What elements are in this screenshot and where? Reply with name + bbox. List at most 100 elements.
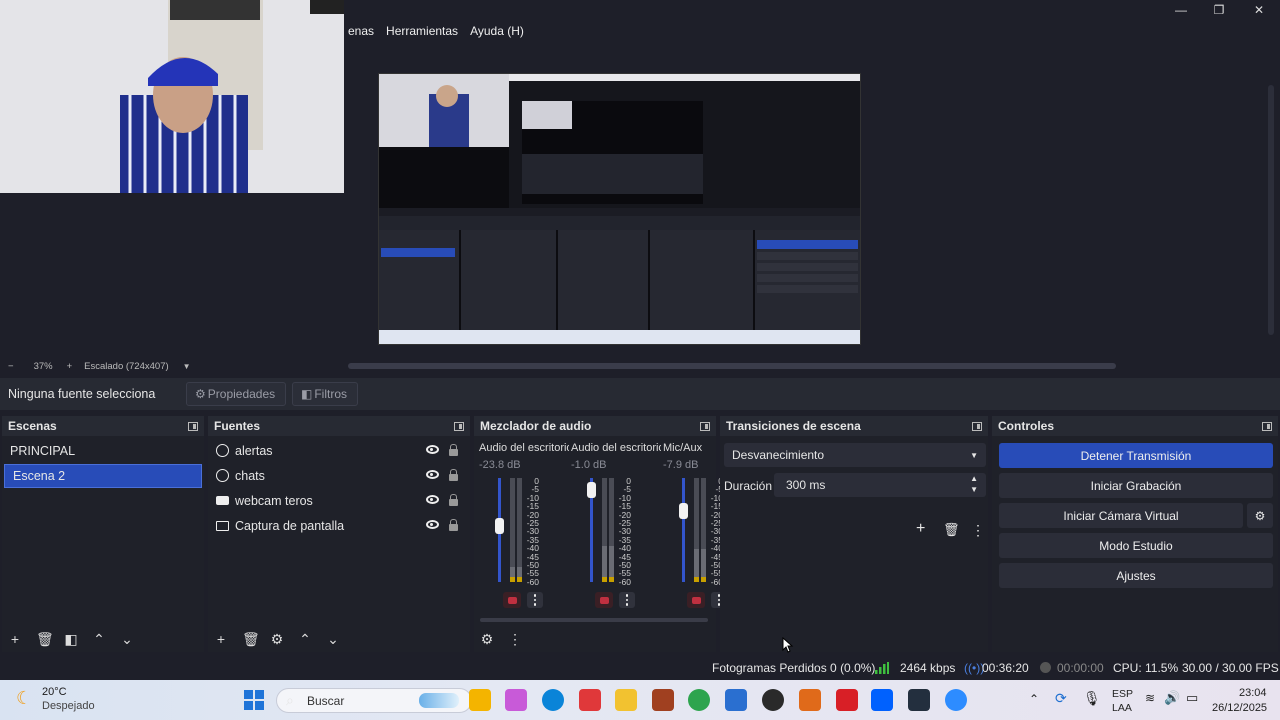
undock-icon[interactable] [1262,421,1272,431]
copilot-icon[interactable] [505,689,527,711]
volume-fader-handle[interactable] [495,517,504,534]
lock-icon[interactable] [449,519,458,531]
folder-icon[interactable] [615,689,637,711]
transition-menu-icon[interactable]: ⋮ [971,522,985,539]
volume-icon[interactable]: 🔊 [1164,690,1180,706]
transitions-dock: Transiciones de escena Desvanecimiento ▼… [720,416,988,652]
add-source-icon[interactable]: + [214,632,228,646]
maximize-button[interactable]: ❐ [1200,0,1238,20]
mute-speaker-icon[interactable] [687,592,705,608]
stop-streaming-button[interactable]: Detener Transmisión [999,443,1273,468]
wifi-icon[interactable]: ≋ [1145,691,1155,705]
settings-button[interactable]: Ajustes [999,563,1273,588]
mail-icon[interactable] [725,689,747,711]
start-virtual-camera-button[interactable]: Iniciar Cámara Virtual [999,503,1243,528]
eye-icon[interactable] [426,445,439,454]
sources-list: alertas chats webcam teros Captura de panta… [208,436,470,652]
eye-icon[interactable] [426,470,439,479]
sync-icon[interactable]: ⟳ [1055,690,1067,707]
firefox-icon[interactable] [799,689,821,711]
source-item[interactable]: webcam teros [208,488,470,513]
channel-db: -1.0 dB [571,459,607,471]
clock-date[interactable]: 26/12/2025 [1212,702,1267,714]
channel-menu-icon[interactable] [619,592,635,608]
amazon-icon[interactable] [908,689,930,711]
taskbar-search[interactable]: ⌕ Buscar [276,688,472,713]
add-transition-icon[interactable]: + [916,520,925,538]
eye-icon[interactable] [426,495,439,504]
obs-icon[interactable] [762,689,784,711]
duration-spinbox[interactable]: 300 ms ▲ ▼ [774,473,986,497]
menu-scenes[interactable]: enas [342,24,380,38]
delete-source-icon[interactable]: 🗑 [242,632,260,646]
scene-item-principal[interactable]: PRINCIPAL [2,439,204,463]
source-item[interactable]: chats [208,463,470,488]
mixer-channel: Audio del escritorio -23.8 dB 0 -5 -10 -15 -20… [479,440,569,632]
weather-desc[interactable]: Despejado [42,700,95,712]
mute-speaker-icon[interactable] [595,592,613,608]
clock-time[interactable]: 23:04 [1239,687,1267,699]
windows-start-icon[interactable] [244,690,264,710]
no-source-label: Ninguna fuente selecciona [8,387,156,401]
keyboard-layout[interactable]: LAA [1112,702,1132,714]
move-up-icon[interactable]: ⌃ [92,632,106,646]
start-recording-button[interactable]: Iniciar Grabación [999,473,1273,498]
chevron-up-icon[interactable]: ⌃ [1029,692,1039,706]
dropbox-icon[interactable] [871,689,893,711]
preview-canvas[interactable] [378,73,861,345]
source-item[interactable]: alertas [208,438,470,463]
mixer-menu-icon[interactable]: ⋮ [508,632,522,646]
transition-select[interactable]: Desvanecimiento ▼ [724,443,986,467]
lock-icon[interactable] [449,469,458,481]
webcam-image [0,0,344,193]
delete-scene-icon[interactable]: 🗑 [36,632,54,646]
move-down-icon[interactable]: ⌄ [120,632,134,646]
move-up-icon[interactable]: ⌃ [298,632,312,646]
file-explorer-icon[interactable] [469,689,491,711]
studio-mode-button[interactable]: Modo Estudio [999,533,1273,558]
spin-arrows-icon[interactable]: ▲ ▼ [970,473,978,495]
delete-transition-icon[interactable]: 🗑 [943,522,960,538]
undock-icon[interactable] [700,421,710,431]
volume-fader-handle[interactable] [679,502,688,519]
scaling-dropdown-icon[interactable]: ▼ [183,362,191,371]
preview-horizontal-scrollbar[interactable] [348,363,1116,369]
filters-button[interactable]: ◧ Filtros [292,382,358,406]
virtual-camera-settings-button[interactable]: ⚙ [1247,503,1273,528]
zoom-icon[interactable] [945,689,967,711]
menu-tools[interactable]: Herramientas [380,24,464,38]
microphone-icon[interactable]: 🎙 [1083,690,1101,707]
netflix-icon[interactable] [836,689,858,711]
volume-fader-handle[interactable] [587,482,596,499]
scene-item-escena-2[interactable]: Escena 2 [4,464,202,488]
eye-icon[interactable] [426,520,439,529]
lock-icon[interactable] [449,444,458,456]
undock-icon[interactable] [972,421,982,431]
anydesk-icon[interactable] [579,689,601,711]
lock-icon[interactable] [449,494,458,506]
add-scene-icon[interactable]: + [8,632,22,646]
properties-button[interactable]: ⚙ Propiedades [186,382,286,406]
volume-fader-track[interactable] [682,478,685,582]
move-down-icon[interactable]: ⌄ [326,632,340,646]
zoom-out-button[interactable]: − [8,361,14,372]
undock-icon[interactable] [188,421,198,431]
scene-filters-icon[interactable]: ◧ [64,632,78,646]
language-code[interactable]: ESP [1112,688,1133,700]
edge-icon[interactable] [542,689,564,711]
channel-menu-icon[interactable] [527,592,543,608]
chrome-icon[interactable] [688,689,710,711]
source-settings-icon[interactable]: ⚙ [270,632,284,646]
advanced-audio-icon[interactable]: ⚙ [480,632,494,646]
minimize-button[interactable]: — [1162,0,1200,20]
menu-help[interactable]: Ayuda (H) [464,24,530,38]
game-icon[interactable] [652,689,674,711]
preview-vertical-scrollbar[interactable] [1268,85,1274,335]
source-item[interactable]: Captura de pantalla [208,513,470,538]
weather-temp[interactable]: 20°C [42,686,67,698]
zoom-in-button[interactable]: + [67,361,73,372]
mute-speaker-icon[interactable] [503,592,521,608]
undock-icon[interactable] [454,421,464,431]
close-button[interactable]: ✕ [1240,0,1278,20]
battery-icon[interactable]: ▭ [1186,690,1198,706]
